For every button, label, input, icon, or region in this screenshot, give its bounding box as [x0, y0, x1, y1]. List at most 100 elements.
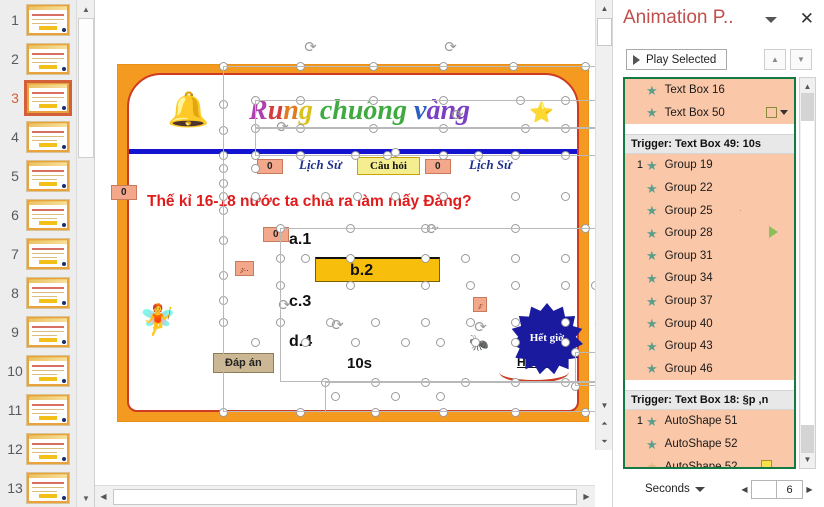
editor-horizontal-scrollbar[interactable]: ◀ ▶ — [95, 485, 595, 507]
slide-thumbnail-item[interactable]: 13 — [0, 468, 76, 507]
selection-handle[interactable] — [219, 318, 228, 327]
selection-handle[interactable] — [219, 164, 228, 173]
selection-handle[interactable] — [346, 254, 355, 263]
selection-handle[interactable] — [421, 281, 430, 290]
selection-handle[interactable] — [474, 151, 483, 160]
selection-handle[interactable] — [296, 96, 305, 105]
selection-handle[interactable] — [511, 318, 520, 327]
slide-thumbnail-image[interactable] — [26, 198, 70, 231]
selection-handle[interactable] — [219, 296, 228, 305]
selection-handle[interactable] — [439, 192, 448, 201]
zoom-in-arrow-icon[interactable]: ▶ — [803, 485, 816, 494]
selection-handle[interactable] — [466, 281, 475, 290]
score-right-badge[interactable]: 0 — [425, 159, 451, 174]
animation-list-item[interactable]: ★ Group 40 — [625, 312, 794, 335]
slide-thumbnail-image[interactable] — [24, 79, 72, 116]
zoom-value-right[interactable]: 6 — [777, 480, 803, 499]
selection-handle[interactable] — [421, 254, 430, 263]
rotate-handle-icon[interactable]: ⟳ — [275, 120, 290, 135]
selection-handle[interactable] — [351, 338, 360, 347]
slide-thumbnail-item[interactable]: 6 — [0, 195, 76, 234]
subject-left-label[interactable]: Lịch Sử — [299, 157, 342, 173]
slide-thumbnail-image[interactable] — [26, 393, 70, 426]
selection-handle[interactable] — [219, 206, 228, 215]
selection-handle[interactable] — [369, 96, 378, 105]
editor-scroll-down-icon[interactable]: ▼ — [596, 397, 612, 414]
animation-list-item[interactable]: ★ Group 25 · — [625, 199, 794, 222]
selection-handle[interactable] — [511, 192, 520, 201]
zoom-out-arrow-icon[interactable]: ◀ — [738, 485, 751, 494]
selection-handle[interactable] — [439, 124, 448, 133]
slide-thumbnail-list[interactable]: 1 2 3 4 5 6 7 8 9 10 11 12 13 — [0, 0, 76, 507]
animation-list-item[interactable]: ★ Text Box 16 — [625, 79, 794, 102]
animation-list-item[interactable]: 1 ★ Group 19 — [625, 154, 794, 177]
selection-handle[interactable] — [511, 338, 520, 347]
timer-label[interactable]: 10s — [347, 355, 372, 372]
selection-handle[interactable] — [301, 254, 310, 263]
selection-handle[interactable] — [391, 392, 400, 401]
selection-handle[interactable] — [421, 378, 430, 387]
answer-button[interactable]: Đáp án — [213, 353, 274, 373]
seconds-dropdown[interactable]: Seconds — [645, 483, 705, 495]
selection-handle[interactable] — [439, 62, 448, 71]
option-a[interactable]: a.1 — [289, 231, 311, 249]
animation-list-item[interactable]: ★ AutoShape 52 — [625, 432, 794, 456]
slide-thumbnail-image[interactable] — [26, 3, 70, 36]
slide-thumbnail-item[interactable]: 10 — [0, 351, 76, 390]
selection-handle[interactable] — [561, 318, 570, 327]
selection-handle[interactable] — [439, 408, 448, 417]
option-c[interactable]: c.3 — [289, 293, 311, 311]
selection-handle[interactable] — [509, 62, 518, 71]
slide-thumbnail-image[interactable] — [26, 159, 70, 192]
selection-handle[interactable] — [346, 281, 355, 290]
selection-handle[interactable] — [219, 126, 228, 135]
selection-handle[interactable] — [461, 378, 470, 387]
selection-handle[interactable] — [571, 382, 580, 391]
selection-handle[interactable] — [511, 151, 520, 160]
slide-thumbnail-image[interactable] — [26, 42, 70, 75]
selection-handle[interactable] — [561, 281, 570, 290]
animation-list-item[interactable]: ★ Group 28 — [625, 221, 794, 245]
selection-handle[interactable] — [511, 281, 520, 290]
selection-handle[interactable] — [461, 254, 470, 263]
selection-handle[interactable] — [251, 124, 260, 133]
slide-thumbnail-item[interactable]: 12 — [0, 429, 76, 468]
selection-handle[interactable] — [321, 192, 330, 201]
selection-handle[interactable] — [436, 392, 445, 401]
animation-list-item[interactable]: ★ Group 31 — [625, 244, 794, 268]
selection-handle[interactable] — [421, 318, 430, 327]
left-counter-badge[interactable]: 0 — [111, 185, 137, 200]
selection-handle[interactable] — [219, 271, 228, 280]
trigger-tag-b[interactable]: 𝓏.. — [235, 261, 255, 276]
move-down-icon[interactable]: ▼ — [790, 49, 812, 70]
animation-list-item[interactable]: ★ AutoShape 52 — [625, 455, 794, 467]
editor-scroll-left-icon[interactable]: ◀ — [95, 488, 112, 505]
selection-handle[interactable] — [251, 164, 260, 173]
selection-handle[interactable] — [371, 408, 380, 417]
rotate-handle-icon[interactable]: ⟳ — [450, 108, 465, 123]
move-up-icon[interactable]: ▲ — [764, 49, 786, 70]
selection-handle[interactable] — [371, 318, 380, 327]
selection-handle[interactable] — [516, 96, 525, 105]
timeline-zoom-control[interactable]: ◀ 6 ▶ — [738, 480, 816, 499]
thumbnail-scroll-up-icon[interactable]: ▲ — [77, 0, 94, 18]
slide-thumbnail-item[interactable]: 5 — [0, 156, 76, 195]
selection-handle[interactable] — [561, 151, 570, 160]
selection-handle[interactable] — [219, 62, 228, 71]
selection-handle[interactable] — [331, 392, 340, 401]
rotate-handle-icon[interactable]: ⟳ — [330, 318, 345, 333]
animation-list-scrollbar[interactable]: ▲ ▼ — [799, 77, 816, 469]
slide-thumbnail-item[interactable]: 8 — [0, 273, 76, 312]
selection-handle[interactable] — [351, 151, 360, 160]
animation-list-item[interactable]: 1 ★ AutoShape 51 — [625, 410, 794, 433]
selection-handle[interactable] — [251, 151, 260, 160]
selection-handle[interactable] — [561, 124, 570, 133]
animation-trigger-header[interactable]: Trigger: Text Box 18: §p ,n — [625, 390, 794, 411]
selection-handle[interactable] — [219, 408, 228, 417]
animation-list-item[interactable]: ★ Group 46 — [625, 357, 794, 381]
selection-handle[interactable] — [219, 179, 228, 188]
animation-list-item[interactable]: ★ Text Box 50 — [625, 101, 794, 125]
slide-thumbnail-image[interactable] — [26, 120, 70, 153]
selection-handle[interactable] — [371, 378, 380, 387]
rotate-handle-icon[interactable]: ⟳ — [303, 40, 318, 55]
